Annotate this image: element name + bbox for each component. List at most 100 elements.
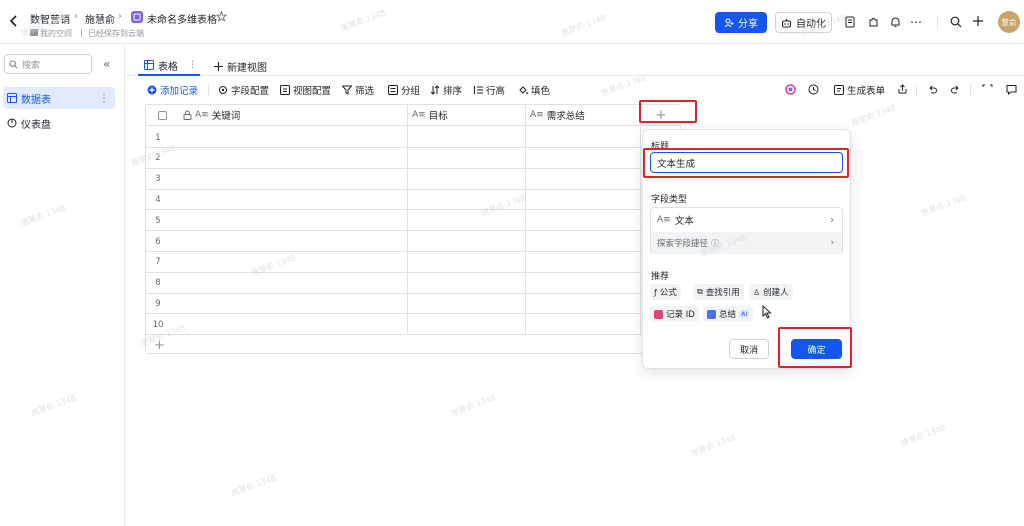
breadcrumb-item-marketing[interactable]: 数智营销 [30, 11, 70, 26]
table-row[interactable]: 7 [146, 252, 681, 273]
plus-icon [214, 61, 223, 71]
avatar[interactable]: 慧俞 [998, 11, 1020, 33]
column-header-label: 关键词 [211, 111, 241, 122]
divider [208, 85, 209, 95]
row-height-icon [474, 86, 483, 94]
sidebar-item-datatable[interactable]: 数据表 ⋮ [3, 87, 115, 109]
expand-icon[interactable] [982, 84, 993, 95]
add-row-button[interactable]: + [154, 338, 165, 353]
sort-icon [430, 85, 440, 95]
automation-button[interactable]: 自动化 [775, 12, 832, 33]
row-number: 2 [155, 153, 161, 164]
more-vertical-icon[interactable]: ⋮ [99, 93, 109, 104]
table-toolbar: 添加记录 字段配置 视图配置 筛选 分组 排序 行高 填色 生成表单 [140, 80, 1024, 100]
table-row[interactable]: 9 [146, 293, 681, 315]
breadcrumb-item-user[interactable]: 施慧俞 [85, 11, 115, 26]
share-button[interactable]: 分享 [715, 12, 767, 33]
sidebar-item-dashboard[interactable]: 仪表盘 [3, 112, 115, 134]
redo-icon[interactable] [950, 84, 961, 95]
recommend-label-text: 总结 [719, 310, 737, 320]
select-all-checkbox[interactable] [158, 110, 167, 120]
sidebar-item-label: 数据表 [21, 94, 51, 106]
plugin-icon[interactable] [868, 16, 879, 28]
recommend-record-id[interactable]: 记录 ID [650, 306, 699, 322]
table-row[interactable]: 1 [146, 127, 681, 148]
table-row[interactable]: 3 [146, 169, 681, 190]
explore-field-shortcut[interactable]: 探索字段捷径 ⓘ › [651, 232, 842, 254]
add-record-button[interactable]: 添加记录 [147, 83, 198, 97]
sort-button[interactable]: 排序 [430, 83, 462, 97]
share-export-icon[interactable] [897, 84, 908, 95]
app-window: 数智营销 › 施慧俞 › 未命名多维表格 我的空间 | 已经保存到云端 分享 自… [0, 0, 1024, 526]
table-row[interactable]: 10 [146, 314, 681, 336]
recommend-label-text: 查找引用 [705, 288, 740, 298]
ai-assistant-icon[interactable] [785, 84, 796, 95]
add-record-label: 添加记录 [160, 86, 199, 97]
search-icon[interactable] [950, 16, 962, 28]
watermark-text: 施慧俞 1348 [899, 423, 948, 448]
more-options-icon[interactable]: ⋯ [910, 15, 922, 29]
row-height-label: 行高 [486, 86, 506, 97]
row-number: 4 [155, 194, 161, 205]
field-type-select[interactable]: A≡ 文本 › [651, 208, 842, 232]
recommend-summary[interactable]: 总结 AI [703, 306, 754, 322]
history-clock-icon[interactable] [808, 84, 819, 95]
space-name[interactable]: 我的空间 [40, 28, 72, 39]
row-number: 9 [155, 298, 161, 309]
table-row[interactable]: 5 [146, 210, 681, 232]
row-number: 7 [155, 257, 161, 268]
divider: | [80, 28, 83, 37]
tab-table-view[interactable]: 表格 ⋮ [138, 56, 200, 76]
generate-form-button[interactable]: 生成表单 [834, 83, 885, 97]
divider [937, 15, 938, 29]
table-row[interactable]: 4 [146, 189, 681, 211]
grid-view-icon [144, 60, 154, 70]
table-row[interactable]: 2 [146, 148, 681, 169]
data-grid: A≡ 关键词 A≡ 目标 A≡ 需求总结 + 1 2 3 4 5 6 7 8 9 10 + [145, 104, 681, 354]
group-button[interactable]: 分组 [388, 83, 420, 97]
divider [916, 85, 917, 95]
view-config-button[interactable]: 视图配置 [280, 83, 331, 97]
star-icon[interactable] [216, 11, 227, 22]
explore-shortcut-label: 探索字段捷径 [657, 239, 709, 249]
field-config-label: 字段配置 [231, 86, 270, 97]
field-config-button[interactable]: 字段配置 [218, 83, 269, 97]
fill-color-button[interactable]: 填色 [518, 83, 550, 97]
breadcrumb-separator: › [118, 11, 122, 22]
recommend-formula[interactable]: ƒ 公式 [650, 284, 681, 300]
add-field-button[interactable]: + [641, 105, 681, 126]
sidebar-search-input[interactable]: 搜索 [4, 54, 92, 74]
column-header-summary[interactable]: A≡ 需求总结 [526, 105, 641, 126]
watermark-text: 施慧俞 1348 [689, 433, 738, 458]
document-title[interactable]: 未命名多维表格 [147, 11, 217, 26]
table-row[interactable]: 6 [146, 231, 681, 252]
tab-more-icon[interactable]: ⋮ [188, 60, 197, 70]
recommend-lookup[interactable]: ⧉ 查找引用 [693, 284, 744, 300]
collapse-sidebar-icon[interactable]: « [103, 57, 110, 71]
confirm-button[interactable]: 确定 [791, 339, 842, 359]
notification-bell-icon[interactable] [890, 16, 901, 28]
undo-icon[interactable] [927, 84, 938, 95]
new-view-button[interactable]: 新建视图 [214, 57, 267, 75]
recommend-label-text: 记录 ID [666, 310, 695, 320]
form-doc-icon[interactable] [845, 16, 856, 28]
field-type-box: A≡ 文本 › 探索字段捷径 ⓘ › [650, 207, 843, 254]
filter-button[interactable]: 筛选 [342, 83, 374, 97]
breadcrumb-separator: › [74, 11, 78, 22]
watermark-text: 施慧俞 1348 [229, 473, 278, 498]
comment-icon[interactable] [1006, 84, 1017, 95]
dashboard-icon [7, 118, 17, 128]
recommend-label: 推荐 [651, 272, 670, 282]
row-height-button[interactable]: 行高 [473, 83, 505, 97]
field-title-input[interactable]: 文本生成 [650, 152, 843, 173]
column-header-goal[interactable]: A≡ 目标 [408, 105, 525, 126]
cancel-button[interactable]: 取消 [729, 339, 769, 359]
column-header-keyword[interactable]: A≡ 关键词 [179, 105, 407, 126]
add-plus-icon[interactable] [972, 15, 984, 27]
table-row[interactable]: 8 [146, 273, 681, 294]
view-settings-icon [280, 85, 290, 95]
recommend-creator[interactable]: ♙ 创建人 [749, 284, 793, 300]
chevron-right-icon: › [830, 214, 834, 226]
info-icon: ⓘ [711, 238, 720, 248]
back-arrow-icon[interactable] [8, 14, 20, 28]
